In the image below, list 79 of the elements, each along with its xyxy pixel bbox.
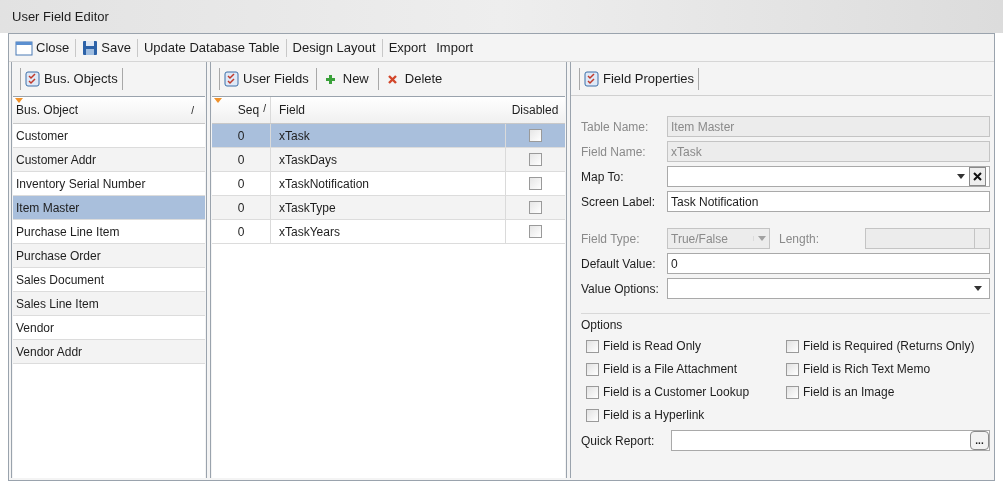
table-cell: xTaskYears bbox=[270, 220, 505, 243]
table-cell: xTask bbox=[270, 124, 505, 147]
field-label: Value Options: bbox=[580, 280, 660, 298]
checkbox[interactable]: Field is Read Only bbox=[586, 337, 786, 355]
toolbar-button[interactable]: Design Layout bbox=[290, 37, 378, 58]
dropdown-field[interactable] bbox=[667, 278, 990, 299]
checklist-icon bbox=[224, 71, 239, 87]
dropdown-field: True/False bbox=[667, 228, 770, 249]
dropdown-field[interactable] bbox=[667, 166, 990, 187]
table-cell: xTaskNotification bbox=[270, 172, 505, 195]
column-header[interactable]: Disabled bbox=[505, 101, 565, 119]
column-header[interactable]: Seq / bbox=[212, 101, 270, 119]
panel-tab[interactable]: User Fields bbox=[219, 68, 313, 90]
field-label: Quick Report: bbox=[581, 432, 656, 450]
checkbox[interactable]: Field is a Customer Lookup bbox=[586, 383, 786, 401]
panel-tab[interactable]: Field Properties bbox=[579, 67, 700, 90]
table-row[interactable]: 0 xTaskType bbox=[212, 196, 565, 220]
table-cell: xTaskType bbox=[270, 196, 505, 219]
toolbar-button[interactable]: Export bbox=[386, 37, 429, 58]
filter-marker-icon bbox=[214, 98, 222, 103]
list-item[interactable]: Purchase Order bbox=[13, 244, 205, 268]
checkbox[interactable]: Field is a File Attachment bbox=[586, 360, 786, 378]
list-item[interactable]: Vendor Addr bbox=[13, 340, 205, 364]
toolbar-button[interactable]: Delete bbox=[381, 69, 449, 89]
table-cell-text: 0 bbox=[236, 175, 246, 193]
list-item[interactable]: Sales Line Item bbox=[13, 292, 205, 316]
checkbox[interactable] bbox=[529, 129, 542, 142]
toolbar-button[interactable]: Close bbox=[13, 37, 72, 58]
plus-icon bbox=[325, 74, 335, 84]
window-title: User Field Editor bbox=[12, 7, 109, 26]
browse-button[interactable]: ... bbox=[970, 431, 989, 450]
field-label: Table Name: bbox=[580, 118, 650, 136]
window-icon bbox=[15, 39, 33, 56]
table-row[interactable]: 0 xTaskYears bbox=[212, 220, 565, 244]
panel-tab[interactable]: Bus. Objects bbox=[20, 68, 123, 90]
field-label: Field Type: bbox=[580, 230, 641, 248]
dropdown-arrow-icon bbox=[957, 174, 965, 179]
checklist-icon bbox=[584, 70, 599, 87]
close-icon bbox=[973, 172, 982, 181]
list-item[interactable]: Customer Addr bbox=[13, 148, 205, 172]
field-label: Default Value: bbox=[580, 255, 657, 273]
column-header[interactable]: Field bbox=[270, 97, 505, 123]
toolbar-button[interactable]: Save bbox=[80, 37, 133, 58]
field-label: Screen Label: bbox=[580, 193, 657, 211]
quick-report-field[interactable]: ... bbox=[671, 430, 990, 451]
table-row[interactable]: 0 xTaskDays bbox=[212, 148, 565, 172]
table-cell-text: 0 bbox=[236, 223, 246, 241]
table-row[interactable]: 0 xTaskNotification bbox=[212, 172, 565, 196]
checkbox[interactable]: Field is an Image bbox=[786, 383, 990, 401]
checkbox[interactable] bbox=[529, 177, 542, 190]
filter-marker-icon bbox=[15, 98, 23, 103]
field-label: Map To: bbox=[580, 168, 625, 186]
toolbar-button[interactable]: New bbox=[319, 69, 375, 89]
field-label: Length: bbox=[779, 230, 821, 248]
delete-icon bbox=[387, 74, 397, 84]
toolbar-button[interactable]: Update Database Table bbox=[141, 37, 282, 58]
table-cell-text: 0 bbox=[236, 199, 246, 217]
checkbox[interactable] bbox=[529, 225, 542, 238]
checkbox[interactable]: Field is Rich Text Memo bbox=[786, 360, 990, 378]
dropdown-arrow-icon bbox=[974, 286, 982, 291]
field-label: Field Name: bbox=[580, 143, 647, 161]
group-title: Options bbox=[581, 318, 623, 332]
column-header[interactable]: Bus. Object / bbox=[13, 97, 205, 124]
table-row[interactable]: 0 xTask bbox=[212, 124, 565, 148]
checkbox[interactable]: Field is a Hyperlink bbox=[586, 406, 786, 424]
checkbox[interactable] bbox=[529, 153, 542, 166]
clear-button[interactable] bbox=[969, 167, 986, 186]
text-field[interactable]: Task Notification bbox=[667, 191, 990, 212]
checkbox[interactable]: Field is Required (Returns Only) bbox=[786, 337, 990, 355]
list-item[interactable]: Item Master bbox=[13, 196, 205, 220]
text-field[interactable]: 0 bbox=[667, 253, 990, 274]
toolbar-button[interactable]: Import bbox=[434, 37, 476, 58]
dropdown-arrow-icon bbox=[758, 236, 766, 241]
checkbox[interactable] bbox=[529, 201, 542, 214]
table-cell-text: 0 bbox=[236, 127, 246, 145]
table-cell-text: 0 bbox=[236, 151, 246, 169]
checklist-icon bbox=[25, 71, 40, 87]
save-icon bbox=[82, 39, 99, 56]
table-cell: xTaskDays bbox=[270, 148, 505, 171]
